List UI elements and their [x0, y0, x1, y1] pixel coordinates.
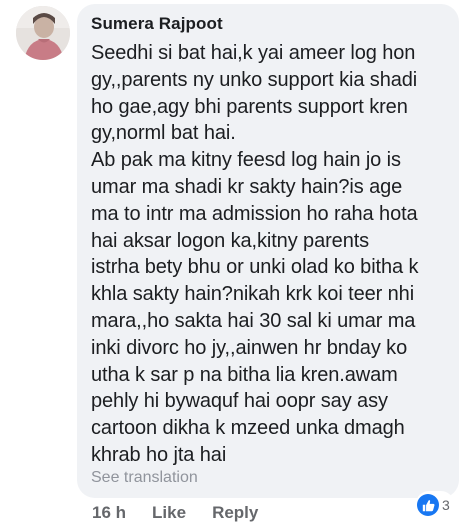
reaction-summary[interactable]: 3 — [416, 491, 454, 519]
reply-button[interactable]: Reply — [212, 503, 258, 523]
profile-photo-icon — [16, 6, 70, 60]
reaction-count: 3 — [442, 497, 450, 513]
comment-actions: 16 h Like Reply — [92, 503, 258, 523]
avatar[interactable] — [16, 6, 70, 60]
like-button[interactable]: Like — [152, 503, 186, 523]
see-translation-link[interactable]: See translation — [91, 469, 198, 487]
comment-bubble: Sumera Rajpoot Seedhi si bat hai,k yai a… — [77, 4, 459, 498]
comment-timestamp[interactable]: 16 h — [92, 503, 126, 523]
comment-author[interactable]: Sumera Rajpoot — [91, 12, 447, 36]
comment-text: Seedhi si bat hai,k yai ameer log hon gy… — [91, 42, 419, 466]
thumbs-up-icon — [417, 494, 439, 516]
